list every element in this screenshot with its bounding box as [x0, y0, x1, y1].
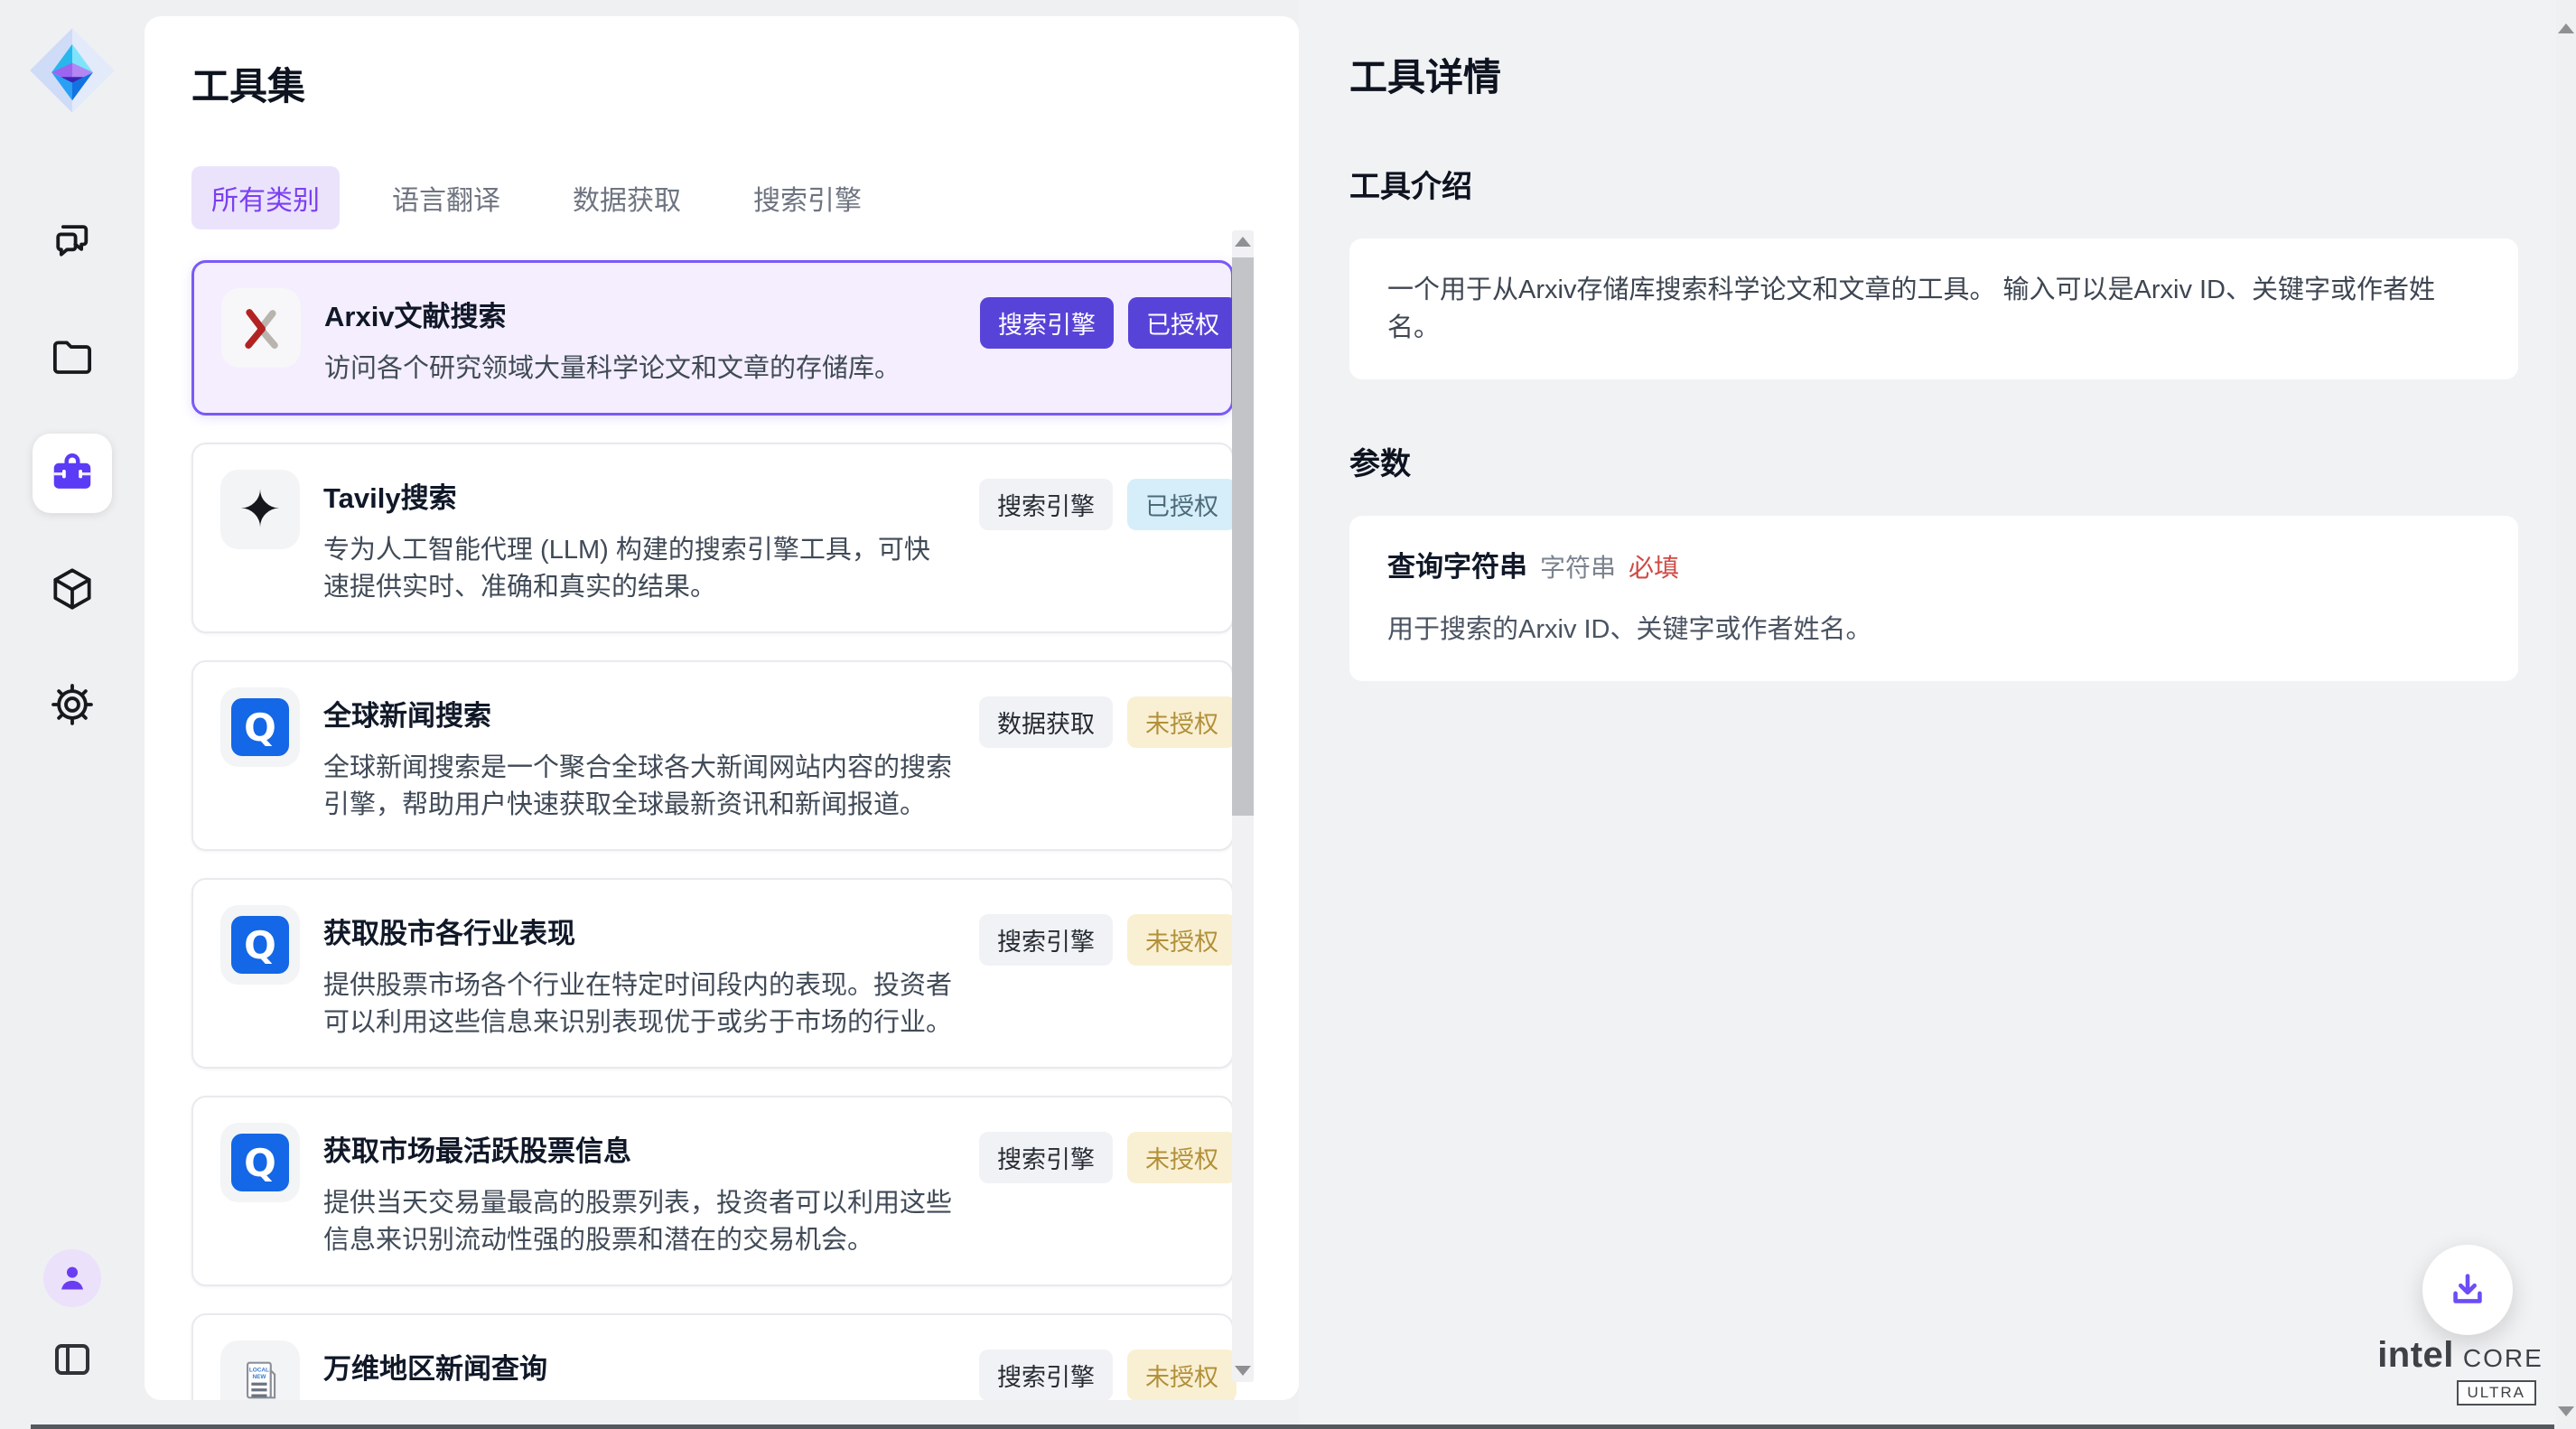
status-badge: 未授权 — [1127, 1132, 1237, 1183]
download-icon — [2447, 1269, 2488, 1311]
stock-q-icon: Q — [220, 1123, 300, 1202]
sidebar-item-packages[interactable] — [33, 549, 112, 629]
sidebar-item-files[interactable] — [33, 318, 112, 397]
intro-text: 一个用于从Arxiv存储库搜索科学论文和文章的工具。 输入可以是Arxiv ID… — [1387, 276, 2435, 342]
status-badge: 已授权 — [1128, 297, 1237, 349]
news-search-q-icon: Q — [220, 687, 300, 767]
tool-card-sector-performance[interactable]: Q 获取股市各行业表现 提供股票市场各个行业在特定时间段内的表现。投资者可以利用… — [191, 878, 1234, 1069]
tool-card-title: 万维地区新闻查询 — [323, 1346, 956, 1387]
status-badge: 未授权 — [1127, 914, 1237, 966]
scrollbar-thumb[interactable] — [1232, 257, 1254, 816]
tool-card-description: 提供股票市场各个行业在特定时间段内的表现。投资者可以利用这些信息来识别表现优于或… — [323, 967, 956, 1041]
tool-card-description: 全球新闻搜索是一个聚合全球各大新闻网站内容的搜索引擎，帮助用户快速获取全球最新资… — [323, 750, 956, 824]
app-logo-icon — [25, 23, 119, 117]
chat-icon — [48, 218, 97, 266]
window-scroll-down-icon[interactable] — [2558, 1406, 2574, 1416]
person-icon — [54, 1260, 90, 1296]
tool-card-title: 全球新闻搜索 — [323, 693, 956, 733]
intro-heading: 工具介绍 — [1349, 162, 2518, 206]
tavily-star-icon: ✦ — [220, 470, 300, 549]
param-type: 字符串 — [1540, 549, 1616, 587]
category-badge: 搜索引擎 — [979, 479, 1113, 530]
stock-q-icon: Q — [220, 905, 300, 985]
param-box: 查询字符串 字符串 必填 用于搜索的Arxiv ID、关键字或作者姓名。 — [1349, 516, 2518, 681]
tab-data-fetch[interactable]: 数据获取 — [553, 166, 701, 229]
tool-card-title: Arxiv文献搜索 — [324, 294, 957, 334]
category-badge: 搜索引擎 — [979, 1350, 1113, 1400]
svg-text:LOCAL: LOCAL — [249, 1367, 269, 1373]
param-description: 用于搜索的Arxiv ID、关键字或作者姓名。 — [1387, 611, 2480, 649]
tool-card-description: 访问各个研究领域大量科学论文和文章的存储库。 — [324, 350, 957, 388]
cube-icon — [48, 565, 97, 613]
category-tabs: 所有类别 语言翻译 数据获取 搜索引擎 — [191, 166, 1299, 229]
intel-logo-text: intel — [2377, 1335, 2454, 1376]
scroll-down-arrow-icon[interactable] — [1235, 1366, 1251, 1376]
tool-card-description: 专为人工智能代理 (LLM) 构建的搜索引擎工具，可快速提供实时、准确和真实的结… — [323, 532, 956, 606]
status-badge: 未授权 — [1127, 1350, 1237, 1400]
ultra-label: ULTRA — [2457, 1380, 2536, 1406]
tool-card-title: Tavily搜索 — [323, 475, 956, 516]
toolset-title: 工具集 — [191, 65, 1299, 108]
sidebar-item-chat[interactable] — [33, 202, 112, 282]
toolbox-icon — [48, 449, 97, 498]
tool-card-local-news[interactable]: LOCAL NEW 万维地区新闻查询 查询具体行政区划内的新闻，快速了解各地新闻… — [191, 1313, 1234, 1400]
user-avatar[interactable] — [43, 1249, 101, 1307]
intro-box: 一个用于从Arxiv存储库搜索科学论文和文章的工具。 输入可以是Arxiv ID… — [1349, 238, 2518, 379]
sidebar-item-tools[interactable] — [33, 434, 112, 513]
taskbar-edge — [31, 1424, 2554, 1429]
gear-icon — [48, 680, 97, 729]
arxiv-icon — [221, 288, 301, 368]
details-title: 工具详情 — [1349, 47, 2518, 102]
category-badge: 搜索引擎 — [979, 914, 1113, 966]
tool-details-panel: 工具详情 工具介绍 一个用于从Arxiv存储库搜索科学论文和文章的工具。 输入可… — [1299, 0, 2556, 1424]
window-scroll-up-icon[interactable] — [2558, 23, 2574, 33]
tool-list-scrollbar[interactable] — [1232, 230, 1254, 1382]
tab-search-engine[interactable]: 搜索引擎 — [733, 166, 882, 229]
tool-card-title: 获取股市各行业表现 — [323, 911, 956, 951]
sidebar-panel-icon — [51, 1338, 94, 1381]
sidebar-bottom — [43, 1249, 101, 1388]
core-logo-text: core — [2463, 1335, 2543, 1376]
tool-card-description: 提供当天交易量最高的股票列表，投资者可以利用这些信息来识别流动性强的股票和潜在的… — [323, 1185, 956, 1259]
tool-card-list: Arxiv文献搜索 访问各个研究领域大量科学论文和文章的存储库。 搜索引擎 已授… — [191, 260, 1234, 1400]
scroll-up-arrow-icon[interactable] — [1235, 237, 1251, 247]
params-heading: 参数 — [1349, 439, 2518, 483]
sidebar-nav — [33, 202, 112, 744]
status-badge: 未授权 — [1127, 696, 1237, 748]
toolset-panel: 工具集 所有类别 语言翻译 数据获取 搜索引擎 Arxiv文献搜索 访问各个研究… — [145, 16, 1299, 1400]
status-badge: 已授权 — [1127, 479, 1237, 530]
folder-icon — [48, 333, 97, 382]
category-badge: 搜索引擎 — [980, 297, 1114, 349]
tab-all-categories[interactable]: 所有类别 — [191, 166, 340, 229]
tool-card-global-news[interactable]: Q 全球新闻搜索 全球新闻搜索是一个聚合全球各大新闻网站内容的搜索引擎，帮助用户… — [191, 660, 1234, 851]
download-button[interactable] — [2422, 1245, 2513, 1335]
tool-card-active-stocks[interactable]: Q 获取市场最活跃股票信息 提供当天交易量最高的股票列表，投资者可以利用这些信息… — [191, 1096, 1234, 1286]
category-badge: 数据获取 — [979, 696, 1113, 748]
tool-card-arxiv[interactable]: Arxiv文献搜索 访问各个研究领域大量科学论文和文章的存储库。 搜索引擎 已授… — [191, 260, 1234, 416]
intel-core-badge: intel core ULTRA — [2381, 1335, 2540, 1406]
tool-card-tavily[interactable]: ✦ Tavily搜索 专为人工智能代理 (LLM) 构建的搜索引擎工具，可快速提… — [191, 443, 1234, 633]
tool-card-title: 获取市场最活跃股票信息 — [323, 1128, 956, 1169]
svg-text:NEW: NEW — [252, 1374, 266, 1380]
param-name: 查询字符串 — [1387, 548, 1527, 586]
collapse-panel-button[interactable] — [43, 1331, 101, 1388]
tab-translation[interactable]: 语言翻译 — [372, 166, 520, 229]
sidebar-item-settings[interactable] — [33, 665, 112, 744]
sidebar — [0, 0, 145, 1424]
local-news-icon: LOCAL NEW — [220, 1340, 300, 1400]
category-badge: 搜索引擎 — [979, 1132, 1113, 1183]
window-scrollbar[interactable] — [2556, 0, 2576, 1429]
param-required-badge: 必填 — [1629, 549, 1679, 587]
